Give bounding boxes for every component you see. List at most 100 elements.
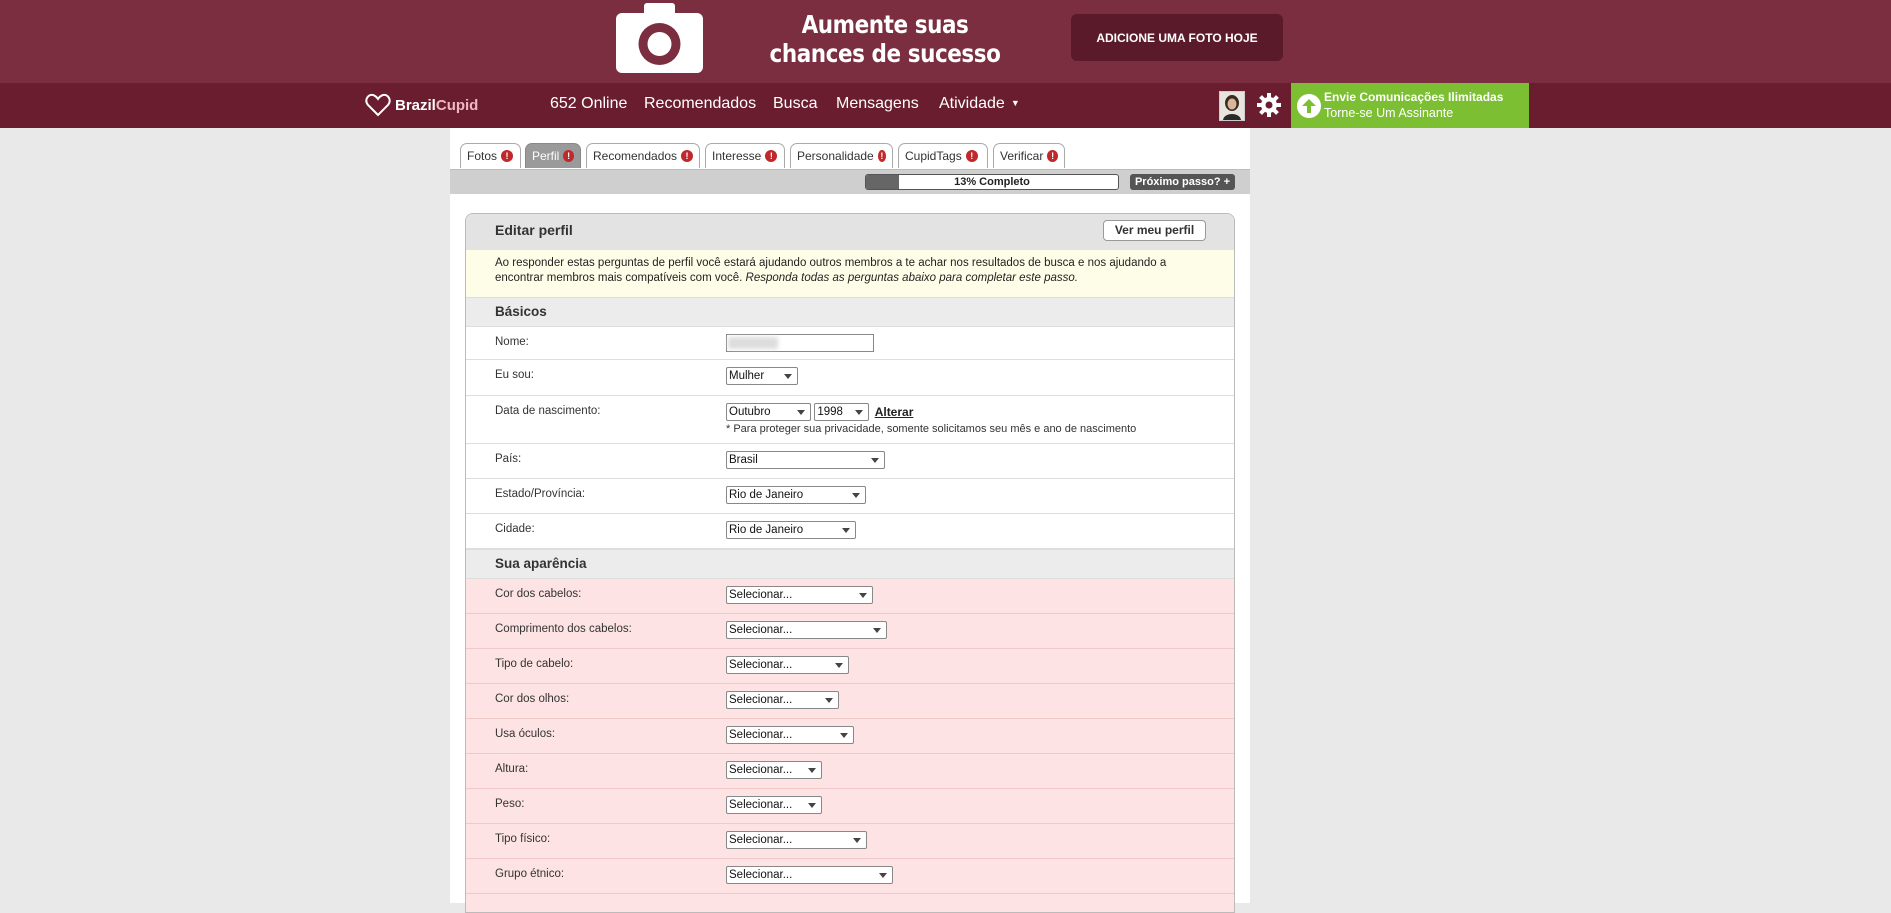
country-label: País: — [495, 453, 522, 465]
birth-month-select[interactable]: Outubro — [726, 403, 811, 421]
panel-header: Editar perfil Ver meu perfil — [466, 214, 1234, 250]
ethnicity-control: Selecionar... — [726, 866, 893, 884]
change-birthdate-link[interactable]: Alterar — [875, 405, 914, 419]
promo-headline: Aumente suas chances de sucesso — [769, 10, 1001, 68]
hair-type-select[interactable]: Selecionar... — [726, 656, 849, 674]
tab-interesse[interactable]: Interesse! — [705, 143, 785, 168]
intro-text: Ao responder estas perguntas de perfil v… — [466, 250, 1234, 297]
tab-fotos[interactable]: Fotos! — [460, 143, 521, 168]
tab-label: Interesse — [712, 149, 762, 163]
top-navigation: Brazil Cupid 652 Online Recomendados Busc… — [0, 83, 1891, 128]
name-label: Nome: — [495, 336, 529, 348]
tab-perfil[interactable]: Perfil! — [525, 143, 581, 168]
row-hair-color: Cor dos cabelos: Selecionar... — [466, 579, 1234, 614]
birth-year-select[interactable]: 1998 — [814, 403, 870, 421]
row-next-field — [466, 894, 1234, 912]
tab-label: Personalidade — [797, 149, 874, 163]
row-glasses: Usa óculos: Selecionar... — [466, 719, 1234, 754]
body-type-select[interactable]: Selecionar... — [726, 831, 867, 849]
gear-icon[interactable] — [1257, 93, 1281, 117]
ethnicity-label: Grupo étnico: — [495, 868, 565, 880]
row-hair-type: Tipo de cabelo: Selecionar... — [466, 649, 1234, 684]
alert-icon: ! — [501, 150, 514, 162]
row-height: Altura: Selecionar... — [466, 754, 1234, 789]
alert-icon: ! — [563, 150, 574, 162]
name-input[interactable] — [726, 334, 874, 352]
weight-select[interactable]: Selecionar... — [726, 796, 822, 814]
tab-cupidtags[interactable]: CupidTags! — [898, 143, 988, 168]
ethnicity-select[interactable]: Selecionar... — [726, 866, 893, 884]
state-select[interactable]: Rio de Janeiro — [726, 486, 866, 504]
tab-verificar[interactable]: Verificar! — [993, 143, 1065, 168]
upgrade-subscription-button[interactable]: Envie Comunicações Ilimitadas Torne-se U… — [1291, 83, 1529, 128]
nav-recommended[interactable]: Recomendados — [644, 95, 756, 113]
alert-icon: ! — [965, 150, 978, 162]
row-birthdate: Data de nascimento: Outubro 1998 Alterar… — [466, 396, 1234, 444]
alert-icon: ! — [765, 150, 778, 162]
row-state: Estado/Província: Rio de Janeiro — [466, 479, 1234, 514]
hair-length-control: Selecionar... — [726, 621, 887, 639]
logo-accent-text: Cupid — [435, 96, 479, 114]
promo-banner: Aumente suas chances de sucesso ADICIONE… — [0, 0, 1891, 83]
birthdate-label: Data de nascimento: — [495, 405, 601, 417]
brazilcupid-logo[interactable]: Brazil Cupid — [365, 93, 478, 117]
height-control: Selecionar... — [726, 761, 822, 779]
blurred-name — [728, 337, 778, 349]
section-basics-title: Básicos — [466, 297, 1234, 327]
hair-color-select[interactable]: Selecionar... — [726, 586, 873, 604]
state-label: Estado/Província: — [495, 488, 586, 500]
main-content: Fotos! Perfil! Recomendados! Interesse! … — [450, 128, 1250, 913]
row-city: Cidade: Rio de Janeiro — [466, 514, 1234, 549]
avatar-image — [1220, 92, 1244, 120]
gender-select[interactable]: Mulher — [726, 367, 798, 385]
tab-personalidade[interactable]: Personalidade! — [790, 143, 893, 168]
tab-label: CupidTags — [905, 149, 962, 163]
view-profile-button[interactable]: Ver meu perfil — [1103, 220, 1206, 241]
height-label: Altura: — [495, 763, 529, 775]
edit-profile-panel: Editar perfil Ver meu perfil Ao responde… — [465, 213, 1235, 913]
avatar[interactable] — [1219, 91, 1245, 121]
hair-type-label: Tipo de cabelo: — [495, 658, 574, 670]
nav-online[interactable]: 652 Online — [550, 95, 627, 113]
row-weight: Peso: Selecionar... — [466, 789, 1234, 824]
eye-color-control: Selecionar... — [726, 691, 839, 709]
country-select[interactable]: Brasil — [726, 451, 885, 469]
privacy-note: * Para proteger sua privacidade, somente… — [726, 423, 1137, 435]
body-type-control: Selecionar... — [726, 831, 867, 849]
row-gender: Eu sou: Mulher — [466, 360, 1234, 396]
city-control: Rio de Janeiro — [726, 521, 856, 539]
nav-messages[interactable]: Mensagens — [836, 95, 919, 113]
weight-control: Selecionar... — [726, 796, 822, 814]
tab-recomendados[interactable]: Recomendados! — [586, 143, 700, 168]
progress-strip: 13% Completo Próximo passo? + — [450, 170, 1250, 194]
row-ethnicity: Grupo étnico: Selecionar... — [466, 859, 1234, 894]
glasses-control: Selecionar... — [726, 726, 854, 744]
hair-color-label: Cor dos cabelos: — [495, 588, 582, 600]
country-control: Brasil — [726, 451, 885, 469]
nav-activity[interactable]: Atividade ▼ — [939, 95, 1020, 113]
tab-label: Recomendados — [593, 149, 678, 163]
nav-search[interactable]: Busca — [773, 95, 817, 113]
gender-label: Eu sou: — [495, 369, 534, 381]
arrow-up-icon — [1297, 94, 1321, 118]
hair-color-control: Selecionar... — [726, 586, 873, 604]
section-appearance-title: Sua aparência — [466, 549, 1234, 579]
glasses-select[interactable]: Selecionar... — [726, 726, 854, 744]
city-label: Cidade: — [495, 523, 535, 535]
glasses-label: Usa óculos: — [495, 728, 556, 740]
profile-progress-bar: 13% Completo — [865, 174, 1119, 190]
caret-down-icon: ▼ — [1010, 98, 1020, 108]
add-photo-button[interactable]: ADICIONE UMA FOTO HOJE — [1071, 14, 1283, 61]
city-select[interactable]: Rio de Janeiro — [726, 521, 856, 539]
next-step-button[interactable]: Próximo passo? + — [1130, 174, 1235, 190]
tab-label: Verificar — [1000, 149, 1044, 163]
height-select[interactable]: Selecionar... — [726, 761, 822, 779]
tab-label: Perfil — [532, 149, 560, 163]
alert-icon: ! — [1047, 150, 1058, 162]
panel-title: Editar perfil — [495, 222, 573, 238]
hair-length-select[interactable]: Selecionar... — [726, 621, 887, 639]
hair-type-control: Selecionar... — [726, 656, 849, 674]
eye-color-select[interactable]: Selecionar... — [726, 691, 839, 709]
hair-length-label: Comprimento dos cabelos: — [495, 623, 632, 635]
weight-label: Peso: — [495, 798, 525, 810]
